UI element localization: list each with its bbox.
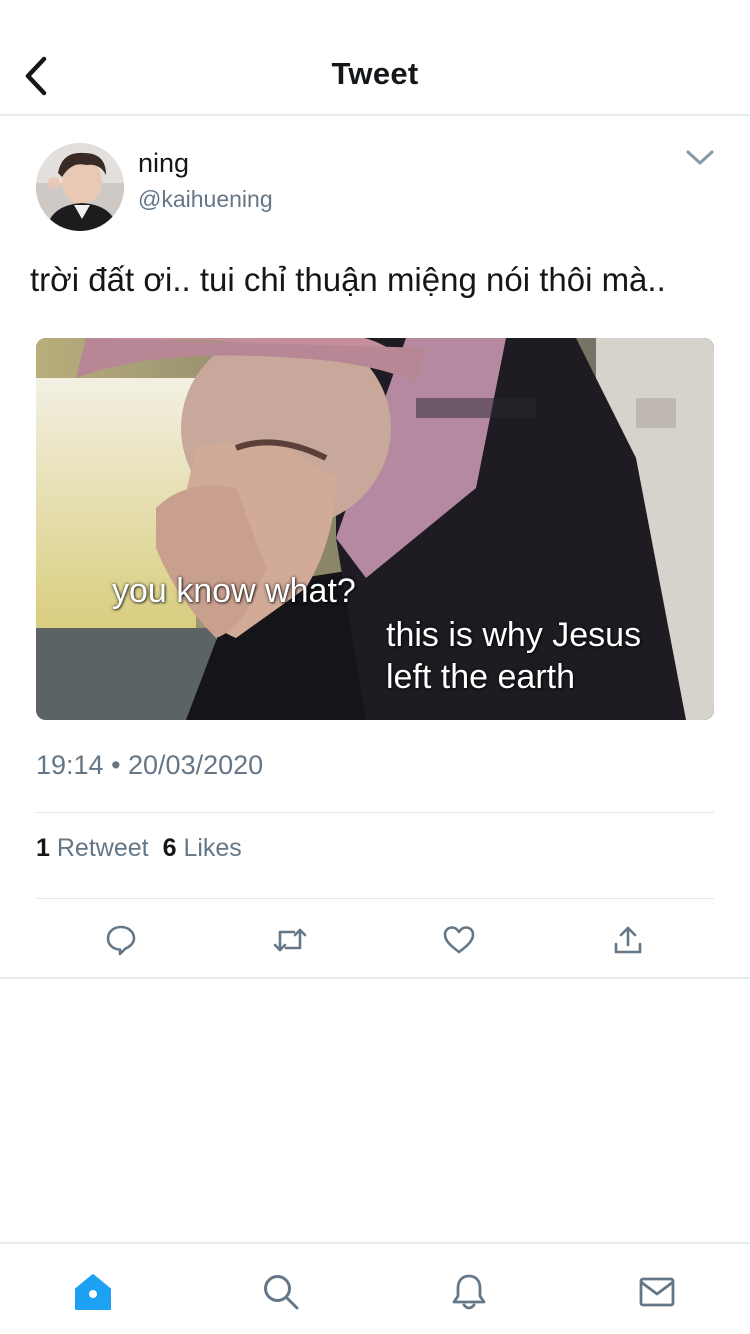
likes-stat[interactable]: 6 Likes	[163, 834, 242, 863]
tab-messages[interactable]	[633, 1268, 681, 1316]
tab-search[interactable]	[257, 1268, 305, 1316]
likes-count: 6	[162, 834, 177, 862]
notifications-icon	[452, 1274, 486, 1310]
tweet-media-image[interactable]: you know what? this is why Jesus left th…	[36, 338, 714, 720]
retweets-label: Retweet	[56, 834, 149, 862]
engagement-stats: 1 Retweet 6 Likes	[36, 834, 242, 863]
likes-label: Likes	[183, 834, 242, 862]
tab-notifications[interactable]	[445, 1268, 493, 1316]
reply-button[interactable]	[99, 918, 143, 962]
share-icon	[614, 926, 642, 954]
retweet-icon	[273, 928, 307, 952]
messages-icon	[639, 1277, 675, 1307]
top-nav-bar: Tweet	[0, 0, 750, 116]
tweet-action-bar	[0, 900, 750, 978]
meme-caption-line-1: this is why Jesus	[386, 616, 642, 654]
avatar[interactable]	[36, 143, 124, 231]
tweet-timestamp: 19:14 • 20/03/2020	[36, 750, 264, 780]
tab-home[interactable]	[69, 1268, 117, 1316]
author-name[interactable]: ning	[138, 148, 189, 179]
like-icon	[443, 926, 475, 954]
avatar-image	[36, 143, 124, 231]
search-icon	[264, 1275, 299, 1310]
divider	[0, 977, 750, 979]
reply-icon	[106, 925, 136, 956]
retweets-count: 1	[36, 834, 50, 862]
tweet-text: trời đất ơi.. tui chỉ thuận miệng nói th…	[30, 261, 666, 298]
home-icon	[75, 1274, 111, 1310]
like-button[interactable]	[437, 918, 481, 962]
divider	[36, 898, 714, 899]
author-handle[interactable]: @kaihuening	[138, 186, 273, 213]
meme-caption-bottom: this is why Jesus left the earth	[386, 614, 641, 698]
meme-caption-line-2: left the earth	[386, 658, 576, 696]
tweet-detail-screen: Tweet ning @kaihuening trời đất ơi.. tui…	[0, 0, 750, 1334]
retweet-button[interactable]	[268, 918, 312, 962]
page-title: Tweet	[331, 56, 419, 91]
share-button[interactable]	[606, 918, 650, 962]
meme-caption-top: you know what?	[112, 572, 356, 610]
bottom-tab-bar	[0, 1242, 750, 1334]
chevron-down-icon	[686, 150, 714, 165]
divider	[36, 812, 714, 813]
retweets-stat[interactable]: 1 Retweet	[36, 834, 149, 863]
tweet-options-button[interactable]	[682, 142, 718, 174]
